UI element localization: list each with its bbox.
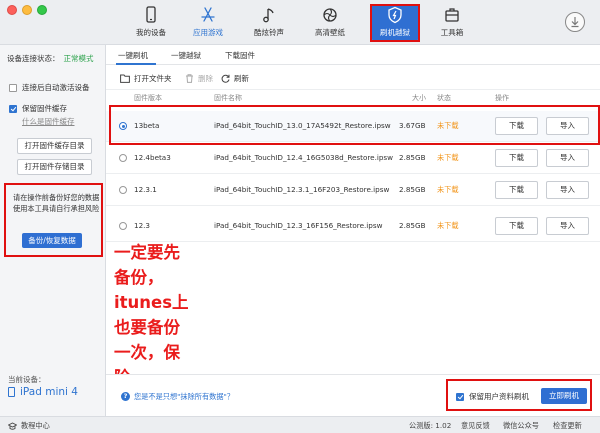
tutorial-center-link[interactable]: 教程中心 <box>8 421 50 431</box>
annotation-box-firmware-row <box>109 105 600 145</box>
download-manager-button[interactable] <box>565 12 585 32</box>
window-close-button[interactable] <box>7 5 17 15</box>
row-radio[interactable] <box>119 186 127 194</box>
nav-toolbox[interactable]: 工具箱 <box>428 4 476 40</box>
backup-warning-box: 请在操作前备份好您的数据 使用本工具请自行承担风险 备份/恢复数据 <box>4 183 103 257</box>
col-version: 固件版本 <box>134 94 162 102</box>
table-row[interactable]: 12.3 iPad_64bit_TouchID_12.3_16F156_Rest… <box>106 211 600 242</box>
ipad-icon <box>8 387 15 397</box>
wechat-link[interactable]: 微信公众号 <box>503 421 539 431</box>
toolbar: 打开文件夹 删除 刷新 <box>106 66 600 90</box>
keep-cache-checkbox[interactable] <box>9 104 17 113</box>
erase-all-data-link[interactable]: 您是不是只想"抹除所有数据"？ <box>134 392 234 402</box>
auto-activate-checkbox[interactable] <box>9 83 17 92</box>
tab-bar: 一键刷机 一键越狱 下载固件 <box>106 45 600 65</box>
window-zoom-button[interactable] <box>37 5 47 15</box>
refresh-button[interactable]: 刷新 <box>221 73 249 84</box>
tab-one-click-jailbreak[interactable]: 一键越狱 <box>171 50 201 61</box>
app-store-icon <box>201 7 215 22</box>
download-button[interactable]: 下载 <box>495 181 538 199</box>
refresh-icon <box>221 74 230 83</box>
pinwheel-icon <box>323 8 337 22</box>
status-badge: 未下载 <box>437 185 459 194</box>
status-badge: 未下载 <box>437 221 459 230</box>
nav-ringtones[interactable]: 酷炫铃声 <box>245 4 293 40</box>
col-status: 状态 <box>437 94 451 102</box>
col-action: 操作 <box>495 94 509 102</box>
annotation-box-flash <box>446 379 592 411</box>
keep-cache-option[interactable]: 保留固件缓存 <box>9 103 67 114</box>
connection-status: 设备连接状态： 正常模式 <box>7 54 94 63</box>
graduation-cap-icon <box>8 421 17 430</box>
download-button[interactable]: 下载 <box>495 149 538 167</box>
col-name: 固件名称 <box>214 94 242 102</box>
toolbox-icon <box>445 8 459 22</box>
auto-activate-option[interactable]: 连接后自动激活设备 <box>9 82 90 93</box>
connection-mode: 正常模式 <box>63 54 94 63</box>
annotation-box-nav <box>370 4 420 42</box>
phone-icon <box>146 6 156 23</box>
window-minimize-button[interactable] <box>22 5 32 15</box>
version-text: 公测版: 1.02 <box>409 421 452 430</box>
download-button[interactable]: 下载 <box>495 217 538 235</box>
import-button[interactable]: 导入 <box>546 181 589 199</box>
annotation-note: 一定要先 备份， itunes上 也要备份 一次，保 险 <box>114 243 189 387</box>
status-badge: 未下载 <box>437 153 459 162</box>
tab-one-click-flash[interactable]: 一键刷机 <box>118 50 148 61</box>
table-row[interactable]: 12.4beta3 iPad_64bit_TouchID_12.4_16G503… <box>106 143 600 174</box>
tab-download-firmware[interactable]: 下载固件 <box>225 50 255 61</box>
backup-restore-button[interactable]: 备份/恢复数据 <box>22 233 82 248</box>
what-is-cache-link[interactable]: 什么是固件缓存 <box>22 116 75 127</box>
open-storage-dir-button[interactable]: 打开固件存储目录 <box>17 159 92 175</box>
trash-icon <box>186 74 193 83</box>
sidebar: 设备连接状态： 正常模式 连接后自动激活设备 保留固件缓存 什么是固件缓存 打开固… <box>0 45 106 416</box>
active-tab-indicator <box>116 63 156 65</box>
table-header: 固件版本 固件名称 大小 状态 操作 <box>106 90 600 104</box>
import-button[interactable]: 导入 <box>546 217 589 235</box>
open-folder-button[interactable]: 打开文件夹 <box>120 73 172 84</box>
check-update-link[interactable]: 检查更新 <box>553 421 582 431</box>
nav-wallpapers[interactable]: 高清壁纸 <box>306 4 354 40</box>
delete-button[interactable]: 删除 <box>185 73 213 84</box>
nav-apps-games[interactable]: 应用游戏 <box>184 4 232 40</box>
import-button[interactable]: 导入 <box>546 149 589 167</box>
folder-icon <box>120 74 130 83</box>
risk-warning-text: 请在操作前备份好您的数据 使用本工具请自行承担风险 <box>13 193 100 213</box>
top-navigation-bar: 我的设备 应用游戏 酷炫铃声 高清壁纸 刷机越狱 工具箱 <box>0 0 600 45</box>
nav-my-device[interactable]: 我的设备 <box>127 4 175 40</box>
row-radio[interactable] <box>119 154 127 162</box>
help-icon: ? <box>121 392 130 401</box>
col-size: 大小 <box>412 94 426 102</box>
feedback-link[interactable]: 意见反馈 <box>461 421 490 431</box>
status-bar: 教程中心 公测版: 1.02 意见反馈 微信公众号 检查更新 <box>0 416 600 433</box>
row-radio[interactable] <box>119 222 127 230</box>
table-row[interactable]: 12.3.1 iPad_64bit_TouchID_12.3.1_16F203_… <box>106 175 600 206</box>
current-device: iPad mini 4 <box>8 386 78 398</box>
download-icon <box>571 17 579 28</box>
music-note-icon <box>263 8 274 23</box>
open-cache-dir-button[interactable]: 打开固件缓存目录 <box>17 138 92 154</box>
current-device-label: 当前设备： <box>8 375 46 384</box>
